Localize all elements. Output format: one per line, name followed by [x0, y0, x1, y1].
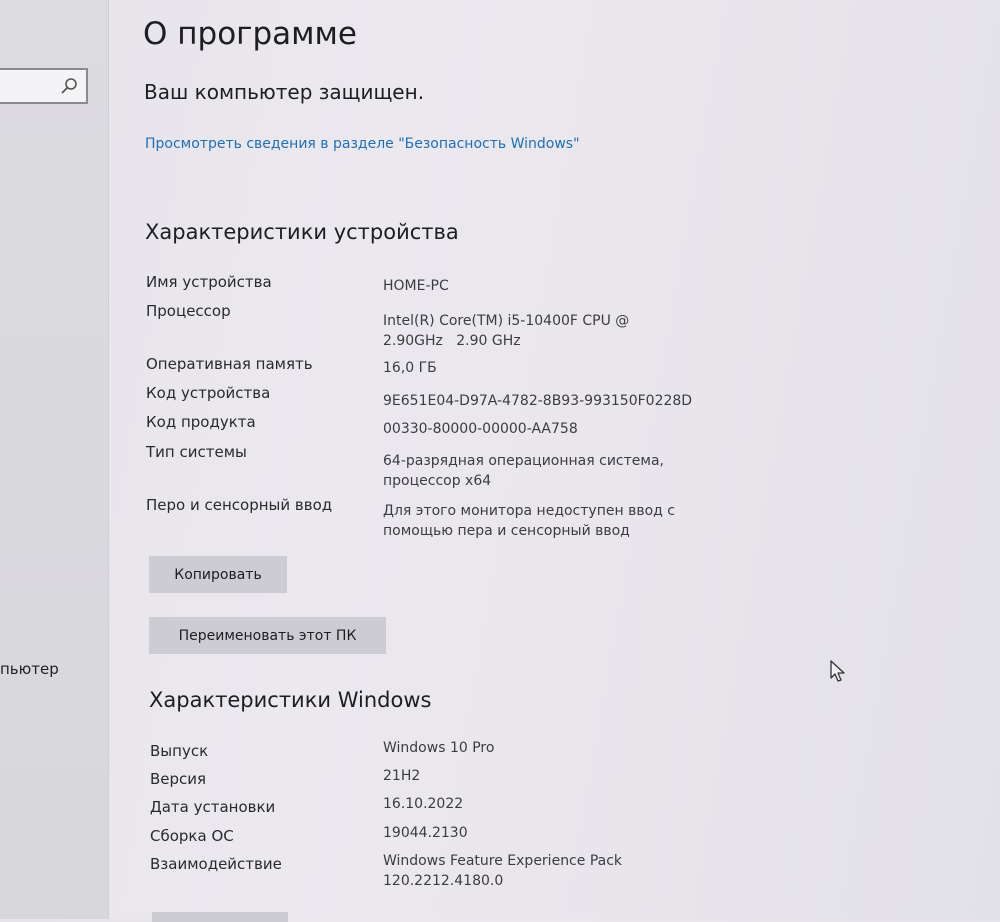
pen-touch-value: Для этого монитора недоступен ввод с пом…	[383, 503, 675, 539]
install-date-value: 16.10.2022	[383, 796, 464, 812]
system-type-value: 64-разрядная операционная система, проце…	[383, 453, 664, 489]
mouse-pointer-icon	[830, 660, 845, 682]
device-name-label: Имя устройства	[146, 273, 272, 291]
product-id-label: Код продукта	[146, 413, 256, 431]
processor-label: Процессор	[146, 302, 231, 320]
install-date-label: Дата установки	[150, 798, 276, 816]
os-build-value: 19044.2130	[383, 825, 468, 841]
version-value: 21H2	[383, 768, 421, 784]
page-title: О программе	[143, 16, 357, 52]
copy-button[interactable]: Копировать	[149, 556, 287, 593]
device-id-value: 9E651E04-D97A-4782-8B93-993150F0228D	[383, 393, 693, 409]
system-type-label: Тип системы	[146, 443, 247, 461]
experience-value: Windows Feature Experience Pack 120.2212…	[383, 853, 623, 889]
search-input[interactable]	[0, 68, 88, 104]
device-specs-title: Характеристики устройства	[145, 220, 459, 244]
product-id-value: 00330-80000-00000-AA758	[383, 421, 578, 437]
protection-status: Ваш компьютер защищен.	[144, 80, 425, 104]
ram-value: 16,0 ГБ	[383, 360, 437, 376]
os-build-label: Сборка ОС	[150, 827, 234, 845]
experience-label: Взаимодействие	[150, 855, 282, 873]
processor-value: Intel(R) Core(TM) i5-10400F CPU @ 2.90GH…	[383, 313, 634, 349]
version-label: Версия	[150, 770, 207, 788]
sidebar: пьютер	[0, 0, 109, 919]
rename-pc-button[interactable]: Переименовать этот ПК	[149, 617, 386, 654]
device-name-value: HOME-PC	[383, 278, 449, 294]
device-id-label: Код устройства	[146, 384, 271, 402]
copy-windows-button[interactable]	[152, 912, 288, 922]
edition-value: Windows 10 Pro	[383, 740, 495, 756]
search-icon[interactable]	[60, 77, 78, 95]
windows-security-link[interactable]: Просмотреть сведения в разделе "Безопасн…	[145, 134, 585, 154]
sidebar-item-about-label[interactable]: пьютер	[0, 660, 59, 678]
edition-label: Выпуск	[150, 742, 209, 760]
pen-touch-label: Перо и сенсорный ввод	[146, 496, 333, 514]
ram-label: Оперативная память	[146, 355, 313, 373]
windows-specs-title: Характеристики Windows	[149, 688, 432, 712]
